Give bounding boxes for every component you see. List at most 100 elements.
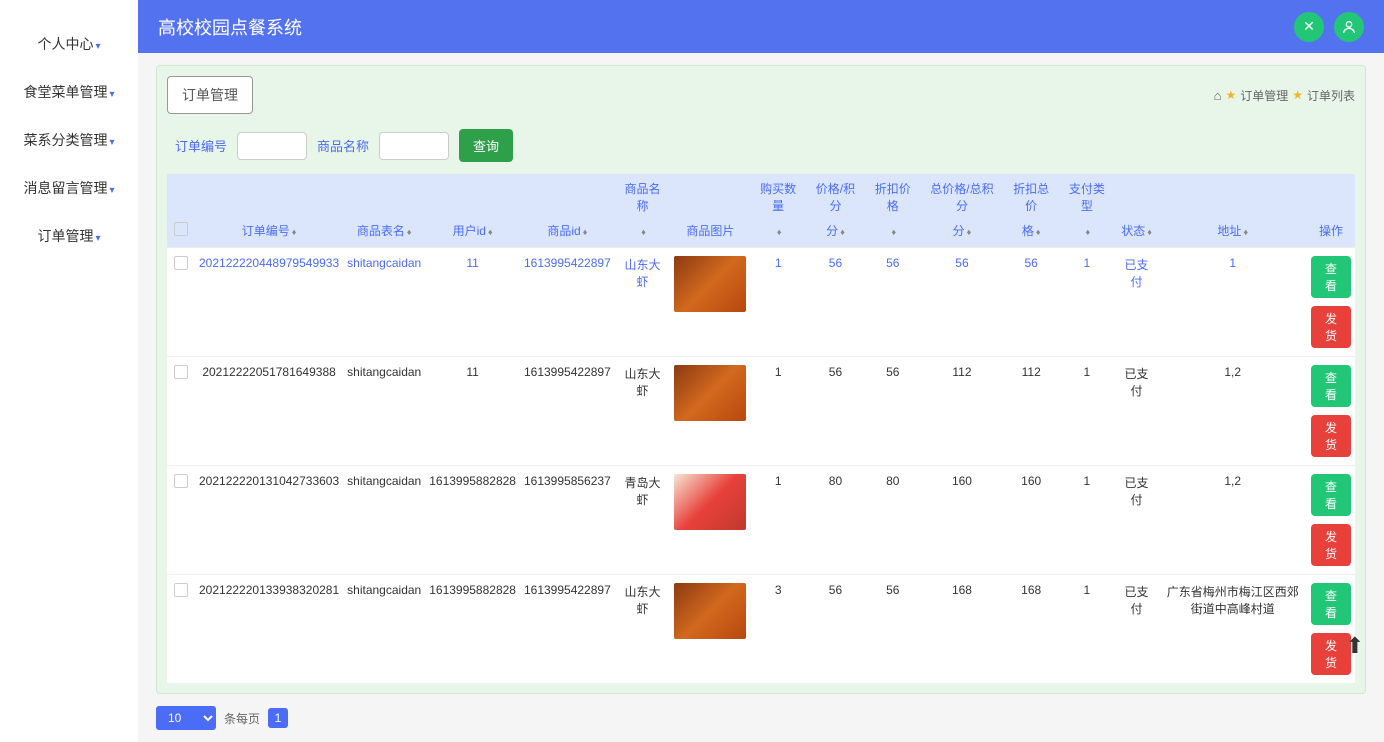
table-row[interactable]: 202122220131042733603shitangcaidan161399… bbox=[167, 466, 1355, 575]
product-name-input[interactable] bbox=[379, 132, 449, 160]
user-icon[interactable] bbox=[1334, 12, 1364, 42]
pager-label: 条每页 bbox=[224, 710, 260, 727]
app-title: 高校校园点餐系统 bbox=[158, 14, 302, 40]
row-checkbox[interactable] bbox=[174, 474, 188, 488]
cell-product-name: 山东大虾 bbox=[615, 357, 671, 466]
cell-address: 1,2 bbox=[1158, 357, 1307, 466]
col-pay: 支付类型 bbox=[1059, 174, 1115, 214]
sidebar-item-category[interactable]: 菜系分类管理▾ bbox=[0, 116, 138, 164]
cell-discount: 80 bbox=[865, 466, 921, 575]
cell-product-id: 1613995422897 bbox=[520, 248, 615, 357]
cell-order-no: 202122220131042733603 bbox=[195, 466, 343, 575]
cell-product-table: shitangcaidan bbox=[343, 357, 425, 466]
sidebar-item-profile[interactable]: 个人中心▾ bbox=[0, 20, 138, 68]
scroll-top-icon[interactable]: ⬆ bbox=[1346, 633, 1364, 659]
product-image bbox=[674, 583, 746, 639]
ship-button[interactable]: 发货 bbox=[1311, 415, 1351, 457]
table-row[interactable]: 202122220133938320281shitangcaidan161399… bbox=[167, 575, 1355, 684]
chevron-down-icon: ▾ bbox=[109, 137, 114, 148]
col-dtotal: 折扣总价 bbox=[1003, 174, 1059, 214]
product-image bbox=[674, 474, 746, 530]
cell-product-name: 青岛大虾 bbox=[615, 466, 671, 575]
table-row[interactable]: 202122220448979549933shitangcaidan111613… bbox=[167, 248, 1355, 357]
cell-price: 56 bbox=[806, 248, 865, 357]
product-image bbox=[674, 365, 746, 421]
chevron-down-icon: ▾ bbox=[109, 185, 114, 196]
view-button[interactable]: 查看 bbox=[1311, 474, 1351, 516]
cell-user-id: 1613995882828 bbox=[425, 575, 520, 684]
cell-total: 168 bbox=[921, 575, 1004, 684]
order-no-label: 订单编号 bbox=[175, 136, 227, 155]
cell-address: 1 bbox=[1158, 248, 1307, 357]
home-icon: ⌂ bbox=[1214, 88, 1222, 103]
col-price: 价格/积分 bbox=[806, 174, 865, 214]
cell-product-table: shitangcaidan bbox=[343, 575, 425, 684]
col-total: 总价格/总积分 bbox=[921, 174, 1004, 214]
col-address[interactable]: 地址♦ bbox=[1158, 214, 1307, 248]
cell-discount: 56 bbox=[865, 248, 921, 357]
query-button[interactable]: 查询 bbox=[459, 129, 513, 162]
cell-dtotal: 160 bbox=[1003, 466, 1059, 575]
row-checkbox[interactable] bbox=[174, 365, 188, 379]
row-checkbox[interactable] bbox=[174, 256, 188, 270]
search-bar: 订单编号 商品名称 查询 bbox=[167, 129, 1355, 162]
topbar: 高校校园点餐系统 ✕ bbox=[138, 0, 1384, 53]
cell-status: 已支付 bbox=[1115, 575, 1159, 684]
cell-order-no: 20212222051781649388 bbox=[195, 357, 343, 466]
sort-icon: ♦ bbox=[292, 227, 297, 237]
cell-product-id: 1613995422897 bbox=[520, 357, 615, 466]
order-no-input[interactable] bbox=[237, 132, 307, 160]
cell-product-table: shitangcaidan bbox=[343, 466, 425, 575]
select-all-checkbox[interactable] bbox=[174, 222, 188, 236]
view-button[interactable]: 查看 bbox=[1311, 365, 1351, 407]
table-row[interactable]: 20212222051781649388shitangcaidan1116139… bbox=[167, 357, 1355, 466]
cell-address: 广东省梅州市梅江区西郊街道中高峰村道 bbox=[1158, 575, 1307, 684]
cell-pay: 1 bbox=[1059, 357, 1115, 466]
page-size-select[interactable]: 10 bbox=[156, 706, 216, 730]
view-button[interactable]: 查看 bbox=[1311, 256, 1351, 298]
product-name-label: 商品名称 bbox=[317, 136, 369, 155]
ship-button[interactable]: 发货 bbox=[1311, 524, 1351, 566]
view-button[interactable]: 查看 bbox=[1311, 583, 1351, 625]
col-qty: 购买数量 bbox=[750, 174, 806, 214]
cell-discount: 56 bbox=[865, 575, 921, 684]
star-icon: ★ bbox=[1292, 88, 1303, 102]
cell-qty: 3 bbox=[750, 575, 806, 684]
chevron-down-icon: ▾ bbox=[95, 41, 100, 52]
sidebar-item-orders[interactable]: 订单管理▾ bbox=[0, 212, 138, 260]
cell-user-id: 11 bbox=[425, 248, 520, 357]
col-product-id[interactable]: 商品id♦ bbox=[520, 214, 615, 248]
close-icon[interactable]: ✕ bbox=[1294, 12, 1324, 42]
col-user-id[interactable]: 用户id♦ bbox=[425, 214, 520, 248]
cell-address: 1,2 bbox=[1158, 466, 1307, 575]
cell-price: 80 bbox=[806, 466, 865, 575]
cell-product-id: 1613995856237 bbox=[520, 466, 615, 575]
cell-user-id: 11 bbox=[425, 357, 520, 466]
col-order-no[interactable]: 订单编号♦ bbox=[195, 214, 343, 248]
sidebar-item-menu[interactable]: 食堂菜单管理▾ bbox=[0, 68, 138, 116]
cell-price: 56 bbox=[806, 357, 865, 466]
cell-dtotal: 112 bbox=[1003, 357, 1059, 466]
chevron-down-icon: ▾ bbox=[109, 89, 114, 100]
orders-table: 商品名称 购买数量 价格/积分 折扣价格 总价格/总积分 折扣总价 支付类型 bbox=[167, 174, 1355, 683]
col-product-name: 商品名称 bbox=[615, 174, 671, 214]
cell-status: 已支付 bbox=[1115, 466, 1159, 575]
cell-qty: 1 bbox=[750, 466, 806, 575]
col-product-table[interactable]: 商品表名♦ bbox=[343, 214, 425, 248]
ship-button[interactable]: 发货 bbox=[1311, 306, 1351, 348]
col-status[interactable]: 状态♦ bbox=[1115, 214, 1159, 248]
breadcrumb: ⌂ ★ 订单管理 ★ 订单列表 bbox=[1214, 87, 1355, 104]
cell-order-no: 202122220133938320281 bbox=[195, 575, 343, 684]
sidebar: 个人中心▾ 食堂菜单管理▾ 菜系分类管理▾ 消息留言管理▾ 订单管理▾ bbox=[0, 0, 138, 742]
cell-product-table: shitangcaidan bbox=[343, 248, 425, 357]
pagination: 10 条每页 1 bbox=[156, 706, 1366, 730]
cell-price: 56 bbox=[806, 575, 865, 684]
cell-status: 已支付 bbox=[1115, 357, 1159, 466]
cell-total: 56 bbox=[921, 248, 1004, 357]
star-icon: ★ bbox=[1225, 88, 1236, 102]
sidebar-item-message[interactable]: 消息留言管理▾ bbox=[0, 164, 138, 212]
page-1[interactable]: 1 bbox=[268, 708, 288, 728]
cell-user-id: 1613995882828 bbox=[425, 466, 520, 575]
row-checkbox[interactable] bbox=[174, 583, 188, 597]
cell-pay: 1 bbox=[1059, 248, 1115, 357]
